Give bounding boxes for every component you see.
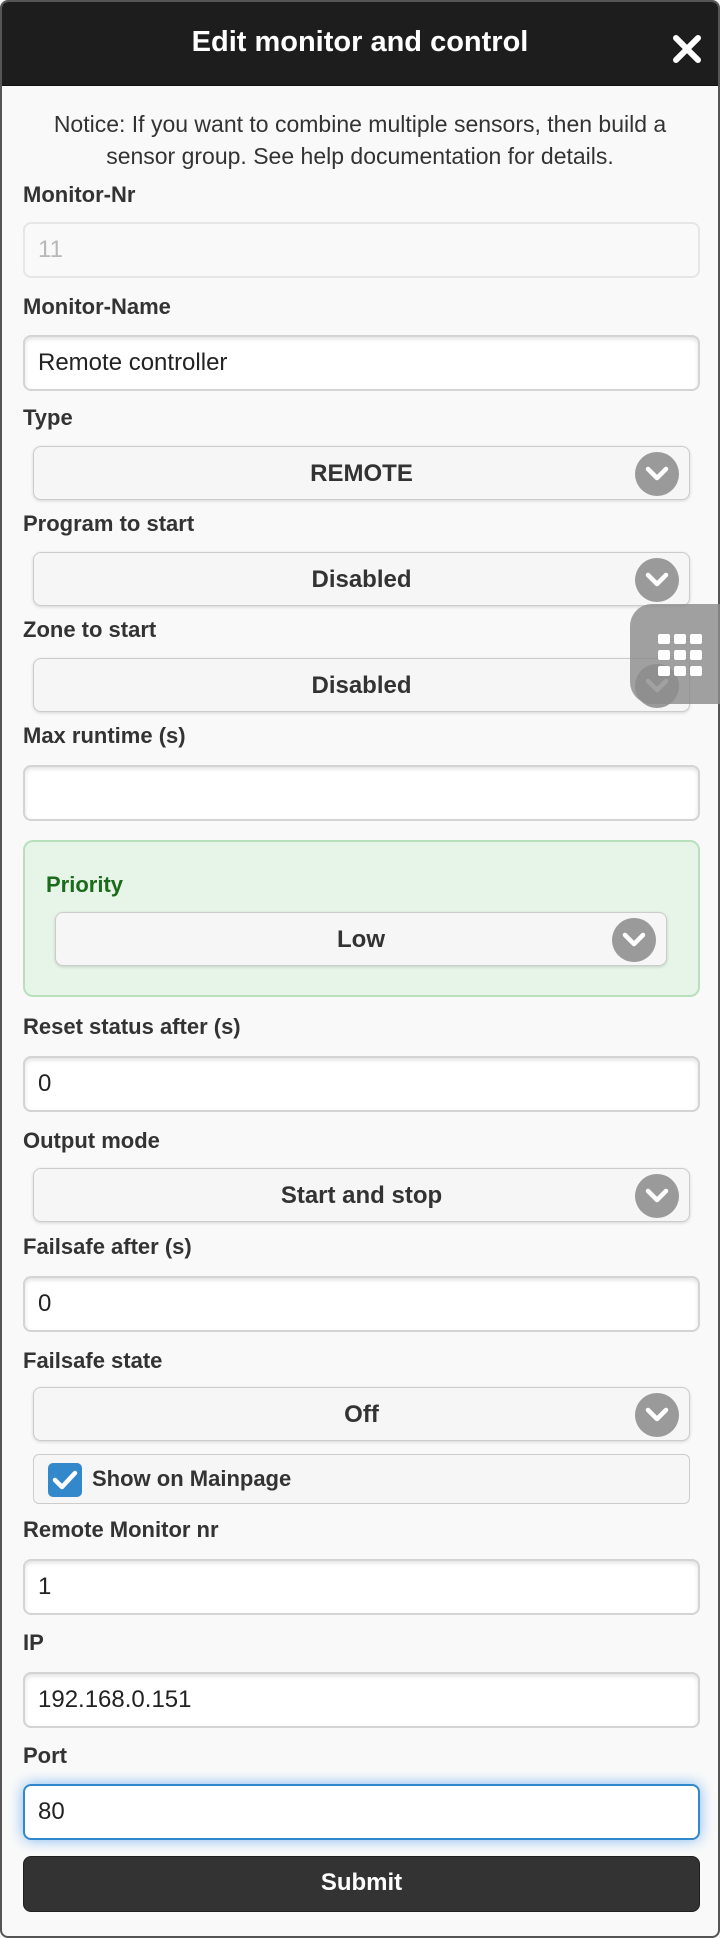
- dialog-header: Edit monitor and control: [2, 2, 718, 86]
- show-on-mainpage-checkbox[interactable]: Show on Mainpage: [33, 1454, 690, 1504]
- checkbox-checked[interactable]: [48, 1463, 82, 1497]
- output-mode-label: Output mode: [23, 1128, 160, 1153]
- monitor-nr-input: [23, 222, 700, 278]
- priority-select-value: Low: [337, 926, 385, 953]
- priority-section: Priority Low: [23, 840, 700, 997]
- port-input[interactable]: [23, 1784, 700, 1840]
- failsafe-state-select[interactable]: Off: [33, 1387, 690, 1441]
- close-button[interactable]: [670, 32, 704, 66]
- ip-input[interactable]: [23, 1672, 700, 1728]
- type-select[interactable]: REMOTE: [33, 446, 690, 500]
- edit-monitor-dialog: Edit monitor and control Notice: If you …: [0, 0, 720, 1938]
- type-select-value: REMOTE: [310, 460, 413, 487]
- zone-to-start-value: Disabled: [311, 672, 412, 699]
- reset-status-input[interactable]: [23, 1056, 700, 1112]
- program-to-start-value: Disabled: [311, 566, 412, 593]
- priority-select[interactable]: Low: [55, 912, 667, 966]
- chevron-down-icon: [635, 1393, 679, 1437]
- priority-label: Priority: [46, 872, 124, 897]
- chevron-down-icon: [635, 558, 679, 602]
- max-runtime-label: Max runtime (s): [23, 723, 186, 748]
- check-icon: [52, 1470, 78, 1490]
- close-icon: [673, 35, 701, 63]
- port-label: Port: [23, 1743, 67, 1768]
- zone-to-start-label: Zone to start: [23, 617, 157, 642]
- program-to-start-select[interactable]: Disabled: [33, 552, 690, 606]
- chevron-down-icon: [635, 1174, 679, 1218]
- floating-menu-button[interactable]: [630, 604, 720, 704]
- grid-icon: [658, 634, 702, 676]
- output-mode-value: Start and stop: [280, 1182, 443, 1209]
- zone-to-start-select[interactable]: Disabled: [33, 658, 690, 712]
- failsafe-after-input[interactable]: [23, 1276, 700, 1332]
- failsafe-after-label: Failsafe after (s): [23, 1234, 192, 1259]
- submit-button[interactable]: Submit: [23, 1856, 700, 1912]
- max-runtime-input[interactable]: [23, 765, 700, 821]
- monitor-name-label: Monitor-Name: [23, 294, 171, 319]
- failsafe-state-value: Off: [344, 1401, 379, 1428]
- ip-label: IP: [23, 1630, 44, 1655]
- dialog-title: Edit monitor and control: [191, 26, 529, 58]
- output-mode-select[interactable]: Start and stop: [33, 1168, 690, 1222]
- monitor-nr-label: Monitor-Nr: [23, 182, 136, 207]
- chevron-down-icon: [635, 452, 679, 496]
- notice-text: Notice: If you want to combine multiple …: [53, 111, 667, 169]
- show-on-mainpage-label: Show on Mainpage: [92, 1466, 292, 1491]
- type-label: Type: [23, 405, 73, 430]
- failsafe-state-label: Failsafe state: [23, 1348, 163, 1373]
- reset-status-label: Reset status after (s): [23, 1014, 241, 1039]
- chevron-down-icon: [612, 918, 656, 962]
- remote-monitor-nr-input[interactable]: [23, 1559, 700, 1615]
- program-to-start-label: Program to start: [23, 511, 195, 536]
- monitor-name-input[interactable]: [23, 335, 700, 391]
- remote-monitor-nr-label: Remote Monitor nr: [23, 1517, 219, 1542]
